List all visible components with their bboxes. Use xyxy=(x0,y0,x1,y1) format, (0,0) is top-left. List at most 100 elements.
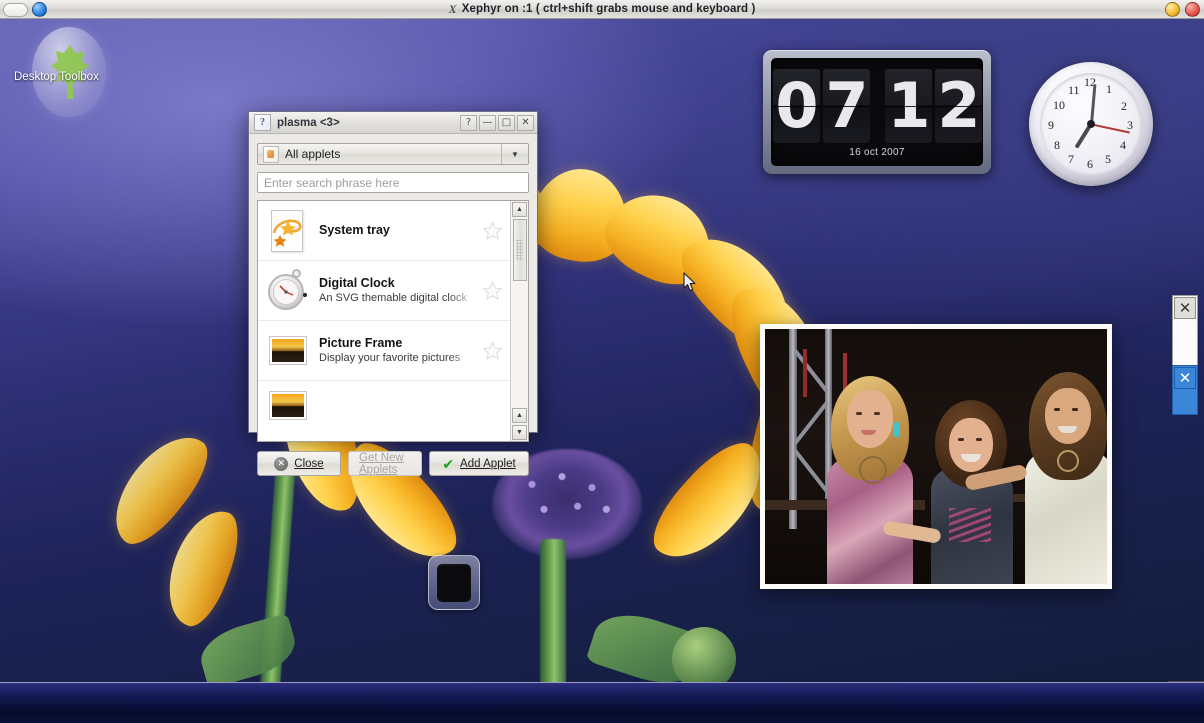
edge-close-button-top[interactable]: ✕ xyxy=(1174,297,1196,319)
close-icon: ✕ xyxy=(1178,368,1192,387)
digital-clock-date: 16 oct 2007 xyxy=(849,146,905,158)
chevron-up-icon: ▲ xyxy=(516,412,523,419)
digital-clock-icon xyxy=(266,268,310,313)
get-new-applets-button[interactable]: Get New Applets xyxy=(348,451,422,476)
picture-frame-widget[interactable] xyxy=(760,324,1112,589)
maximize-button[interactable]: □ xyxy=(498,114,515,131)
list-item[interactable] xyxy=(258,381,510,441)
digital-clock-face: 0 7 1 2 16 oct 2007 xyxy=(771,58,983,166)
search-input[interactable]: Enter search phrase here xyxy=(257,172,529,193)
list-item[interactable]: Digital Clock An SVG themable digital cl… xyxy=(258,261,510,321)
applet-name: Picture Frame xyxy=(319,335,403,350)
close-button[interactable]: ✕ xyxy=(517,114,534,131)
applet-list-scrollbar[interactable]: ▲ ▲ ▼ xyxy=(510,201,528,441)
scroll-up-button[interactable]: ▲ xyxy=(512,202,527,217)
clock-number-4: 4 xyxy=(1120,138,1126,152)
black-square-widget[interactable] xyxy=(428,555,480,610)
clock-number-2: 2 xyxy=(1121,99,1127,113)
chevron-down-icon[interactable]: ▼ xyxy=(501,144,528,164)
minimize-icon: — xyxy=(482,116,493,128)
category-filter-value: All applets xyxy=(285,147,341,161)
close-icon: ✕ xyxy=(1178,298,1192,317)
help-icon: ? xyxy=(465,116,472,128)
add-applet-button[interactable]: ✔ Add Applet xyxy=(429,451,529,476)
system-tray-icon xyxy=(266,209,310,253)
list-item-text: Picture Frame Display your favorite pict… xyxy=(319,336,477,366)
category-filter-combo[interactable]: All applets ▼ xyxy=(257,143,529,165)
close-button[interactable] xyxy=(1185,2,1200,17)
scroll-up-button-bottom[interactable]: ▲ xyxy=(512,408,527,423)
clock-center-pin xyxy=(1087,120,1095,128)
xephyr-left-window-buttons xyxy=(3,2,47,17)
digit-hour-ones: 7 xyxy=(822,68,870,143)
list-item[interactable]: System tray xyxy=(258,201,510,261)
shade-button[interactable] xyxy=(3,2,28,17)
list-item-text: Digital Clock An SVG themable digital cl… xyxy=(319,276,477,306)
minimize-button[interactable]: — xyxy=(479,114,496,131)
applet-list-container: System tray Digital Clock An SVG themabl… xyxy=(257,200,529,442)
applet-category-icon xyxy=(263,145,279,163)
favorite-star-icon[interactable] xyxy=(481,280,504,302)
dialog-button-bar: ✕ Close Get New Applets ✔ Add Applet xyxy=(257,451,529,476)
whatsthis-glyph: ? xyxy=(260,117,265,128)
favorite-star-icon[interactable] xyxy=(481,340,504,362)
xephyr-right-window-buttons xyxy=(1165,2,1200,17)
dialog-body: All applets ▼ Enter search phrase here S… xyxy=(249,134,537,484)
digit-hour-tens: 0 xyxy=(772,68,820,143)
applet-description: Display your favorite pictures xyxy=(319,352,461,365)
scrollbar-thumb[interactable] xyxy=(512,219,527,281)
clock-minute-hand xyxy=(1089,84,1096,125)
clock-number-11: 11 xyxy=(1068,83,1080,97)
xephyr-title-label: X Xephyr on :1 ( ctrl+shift grabs mouse a… xyxy=(449,2,756,17)
list-item-text: System tray xyxy=(319,223,477,239)
clock-number-8: 8 xyxy=(1054,138,1060,152)
close-button[interactable]: ✕ Close xyxy=(257,451,341,476)
digit-minute-ones: 2 xyxy=(934,68,982,143)
close-button-label: Close xyxy=(294,457,324,470)
picture-frame-photo xyxy=(765,329,1107,584)
clock-second-hand xyxy=(1090,123,1131,134)
xephyr-titlebar[interactable]: X Xephyr on :1 ( ctrl+shift grabs mouse a… xyxy=(0,0,1204,19)
applet-name: Digital Clock xyxy=(319,275,395,290)
analog-clock-face: 12 1 2 3 4 5 6 7 8 9 10 11 xyxy=(1040,73,1142,175)
black-square-widget-inner xyxy=(437,563,471,602)
desktop-toolbox[interactable]: Desktop Toolbox xyxy=(6,27,118,119)
digit-separator xyxy=(873,69,882,143)
maximize-icon: □ xyxy=(501,116,512,128)
photo-person-right xyxy=(964,358,1107,584)
menu-orb-button[interactable] xyxy=(32,2,47,17)
chevron-down-icon: ▼ xyxy=(516,429,523,436)
clock-number-9: 9 xyxy=(1048,118,1054,132)
check-icon: ✔ xyxy=(442,455,455,472)
clock-number-10: 10 xyxy=(1053,98,1065,112)
xephyr-x-icon: X xyxy=(448,1,457,16)
xephyr-window: X Xephyr on :1 ( ctrl+shift grabs mouse a… xyxy=(0,0,1204,723)
picture-frame-icon xyxy=(266,329,310,373)
applet-description: An SVG themable digital clock xyxy=(319,292,467,305)
favorite-star-icon[interactable] xyxy=(481,220,504,242)
list-item[interactable]: Picture Frame Display your favorite pict… xyxy=(258,321,510,381)
applet-name: System tray xyxy=(319,222,390,237)
digital-clock-widget[interactable]: 0 7 1 2 16 oct 2007 xyxy=(763,50,991,174)
help-button[interactable]: ? xyxy=(460,114,477,131)
scroll-down-button[interactable]: ▼ xyxy=(512,425,527,440)
cancel-icon: ✕ xyxy=(274,456,289,471)
add-applet-label: Add Applet xyxy=(460,457,516,470)
xephyr-title-text: Xephyr on :1 ( ctrl+shift grabs mouse an… xyxy=(461,2,756,15)
dialog-titlebar[interactable]: ? plasma <3> ? — □ ✕ xyxy=(249,112,537,134)
edge-close-button-bottom[interactable]: ✕ xyxy=(1174,367,1196,389)
plasma-add-widgets-dialog[interactable]: ? plasma <3> ? — □ ✕ All applets ▼ Enter… xyxy=(248,111,538,476)
analog-clock-widget[interactable]: 12 1 2 3 4 5 6 7 8 9 10 11 xyxy=(1029,62,1153,186)
desktop-wallpaper[interactable]: Desktop Toolbox 0 7 1 2 16 oct 2007 12 1… xyxy=(0,19,1204,723)
dialog-title: plasma <3> xyxy=(277,116,340,129)
clock-number-6: 6 xyxy=(1087,157,1093,171)
chevron-up-icon: ▲ xyxy=(516,206,523,213)
bottom-panel[interactable] xyxy=(0,682,1204,723)
minimize-button[interactable] xyxy=(1165,2,1180,17)
clock-number-1: 1 xyxy=(1106,82,1112,96)
get-new-applets-label: Get New Applets xyxy=(359,451,404,476)
close-icon: ✕ xyxy=(521,116,530,128)
applet-list[interactable]: System tray Digital Clock An SVG themabl… xyxy=(258,201,510,441)
whatsthis-icon: ? xyxy=(254,114,271,131)
search-placeholder: Enter search phrase here xyxy=(264,175,400,190)
